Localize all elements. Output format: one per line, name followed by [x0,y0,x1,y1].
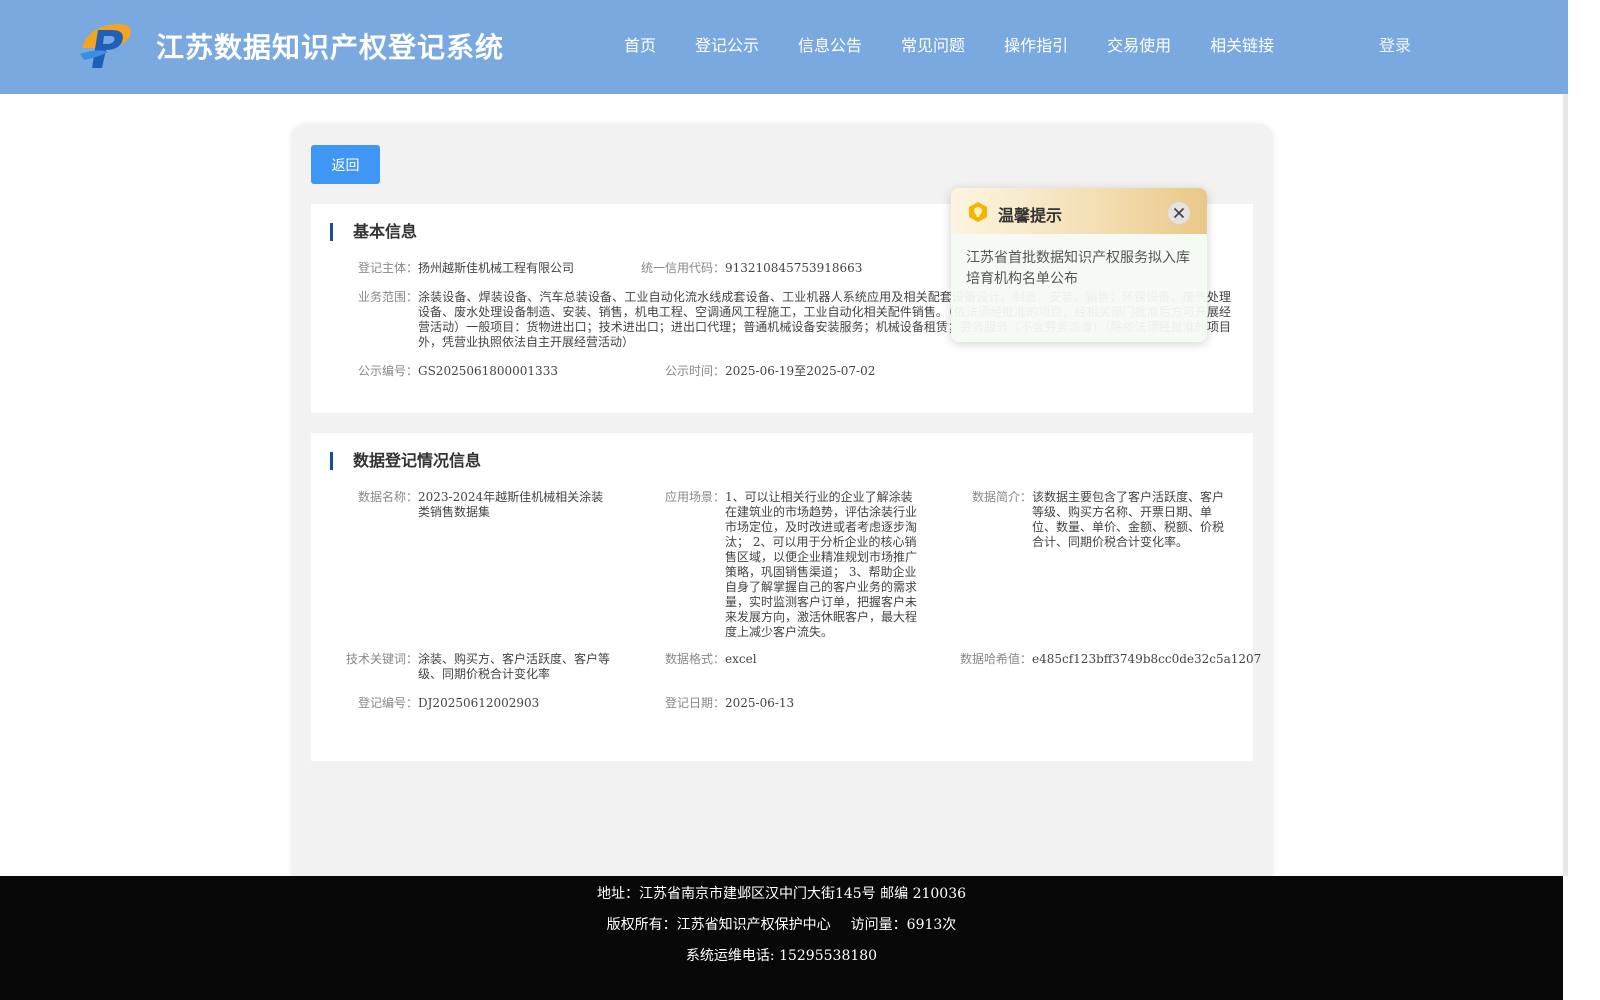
footer-phone: 系统运维电话: 15295538180 [685,948,878,964]
hash-value: e485cf123bff3749b8cc0de32c5a1207 [1032,652,1262,666]
reg-date-field: 登记日期： 2025-06-13 [611,696,931,711]
summary-field: 数据简介： 该数据主要包含了客户活跃度、客户等级、购买方名称、开票日期、单位、数… [911,490,1231,560]
toast-message[interactable]: 江苏省首批数据知识产权服务拟入库培育机构名单公布 [966,248,1194,290]
hash-field: 数据哈希值： e485cf123bff3749b8cc0de32c5a1207 [911,652,1262,667]
data-name-value: 2023-2024年越斯佳机械相关涂装类销售数据集 [418,490,604,519]
hash-label: 数据哈希值： [959,652,1032,666]
subject-label: 登记主体： [357,261,418,275]
close-icon [1173,207,1185,219]
scenario-label: 应用场景： [664,490,725,504]
nav-registration-notice[interactable]: 登记公示 [695,35,759,57]
site-logo-icon[interactable] [78,18,138,70]
reg-date-label: 登记日期： [664,696,725,710]
format-field: 数据格式： excel [611,652,931,667]
format-label: 数据格式： [664,652,725,666]
summary-value: 该数据主要包含了客户活跃度、客户等级、购买方名称、开票日期、单位、数量、单价、金… [1032,490,1225,549]
nav-home[interactable]: 首页 [624,35,656,57]
reg-date-value: 2025-06-13 [725,696,795,710]
credit-code-label: 统一信用代码： [640,261,725,275]
footer: 地址：江苏省南京市建邺区汉中门大街145号 邮编 210036 版权所有：江苏省… [0,876,1563,1000]
data-registration-heading: 数据登记情况信息 [330,452,481,470]
subject-value: 扬州越斯佳机械工程有限公司 [418,261,575,275]
notice-time-label: 公示时间： [664,364,725,378]
keywords-label: 技术关键词： [345,652,418,666]
notice-no-label: 公示编号： [357,364,418,378]
window-edge [1568,0,1600,1000]
header: 江苏数据知识产权登记系统 首页 登记公示 信息公告 常见问题 操作指引 交易使用… [0,0,1563,94]
nav-related-links[interactable]: 相关链接 [1210,35,1274,57]
scenario-field: 应用场景： 1、可以让相关行业的企业了解涂装在建筑业的市场趋势，评估涂装行业市场… [611,490,931,640]
notice-no-field: 公示编号： GS2025061800001333 [311,364,641,379]
nav-info-announcement[interactable]: 信息公告 [798,35,862,57]
nav-trade-use[interactable]: 交易使用 [1107,35,1171,57]
reg-no-value: DJ20250612002903 [418,696,540,710]
notice-time-value: 2025-06-19至2025-07-02 [725,364,876,378]
main-nav: 首页 登记公示 信息公告 常见问题 操作指引 交易使用 相关链接 [624,35,1313,57]
back-button[interactable]: 返回 [311,145,380,184]
notice-no-value: GS2025061800001333 [418,364,558,378]
footer-copyright-line: 版权所有：江苏省知识产权保护中心 访问量：6913次 [0,915,1563,935]
summary-label: 数据简介： [971,490,1032,504]
notice-toast[interactable]: 温馨提示 江苏省首批数据知识产权服务拟入库培育机构名单公布 [951,188,1207,342]
basic-info-heading: 基本信息 [330,223,417,241]
keywords-value: 涂装、购买方、客户活跃度、客户等级、同期价税合计变化率 [418,652,611,681]
keywords-field: 技术关键词： 涂装、购买方、客户活跃度、客户等级、同期价税合计变化率 [311,652,616,682]
toast-title: 温馨提示 [998,206,1063,225]
data-name-field: 数据名称： 2023-2024年越斯佳机械相关涂装类销售数据集 [311,490,616,520]
credit-code-value: 91321084575391866З [725,261,863,275]
footer-copyright: 版权所有：江苏省知识产权保护中心 [606,917,831,933]
site-title: 江苏数据知识产权登记系统 [156,31,505,64]
nav-faq[interactable]: 常见问题 [901,35,965,57]
nav-operation-guide[interactable]: 操作指引 [1004,35,1068,57]
data-name-label: 数据名称： [357,490,418,504]
scenario-value: 1、可以让相关行业的企业了解涂装在建筑业的市场趋势，评估涂装行业市场定位，及时改… [725,490,918,639]
reg-no-label: 登记编号： [357,696,418,710]
lightbulb-icon [969,202,987,222]
credit-code-field: 统一信用代码： 91321084575391866З [611,261,941,276]
footer-visits: 访问量：6913次 [850,917,957,933]
reg-no-field: 登记编号： DJ20250612002903 [311,696,616,711]
subject-field: 登记主体： 扬州越斯佳机械工程有限公司 [311,261,641,276]
login-link[interactable]: 登录 [1379,35,1411,57]
format-value: excel [725,652,757,666]
toast-header: 温馨提示 [951,188,1207,234]
footer-address: 地址：江苏省南京市建邺区汉中门大街145号 邮编 210036 [596,886,967,902]
close-toast-button[interactable] [1168,202,1190,224]
scope-label: 业务范围： [357,290,418,304]
data-registration-card: 数据登记情况信息 数据名称： 2023-2024年越斯佳机械相关涂装类销售数据集… [311,433,1262,761]
notice-time-field: 公示时间： 2025-06-19至2025-07-02 [611,364,941,379]
